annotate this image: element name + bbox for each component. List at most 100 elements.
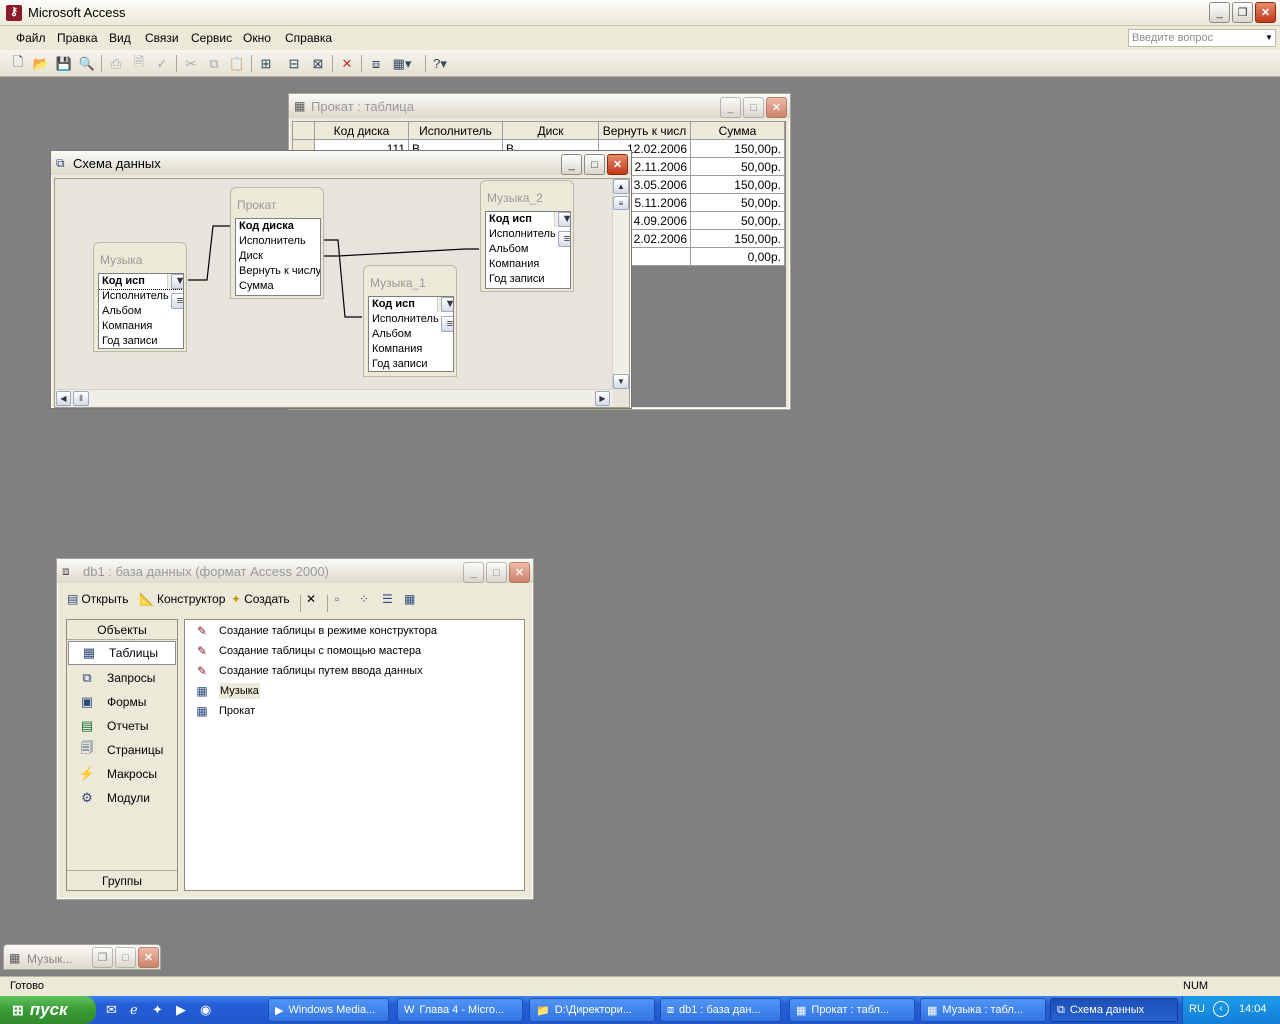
object-modules[interactable]: ⚙ Модули [67, 786, 177, 810]
spelling-icon[interactable]: ✓ [152, 54, 172, 73]
object-reports[interactable]: ▤ Отчеты [67, 714, 177, 738]
task-word-document[interactable]: W Глава 4 - Micro... [397, 998, 523, 1022]
field-item[interactable]: Год записи [369, 357, 453, 371]
close-button[interactable]: ✕ [509, 562, 530, 583]
scroll-right-icon[interactable]: ▶ [595, 391, 610, 406]
db-open-button[interactable]: ▤ Открыть [67, 592, 128, 606]
close-button[interactable]: ✕ [1255, 2, 1276, 23]
new-icon[interactable]: 🗋 [8, 54, 28, 73]
close-button[interactable]: ✕ [138, 947, 159, 968]
objects-header[interactable]: Объекты [67, 620, 177, 640]
menu-tools[interactable]: Сервис [191, 31, 232, 45]
media-player-icon[interactable]: ▶ [176, 1002, 186, 1018]
browser-icon[interactable]: ℯ [130, 1002, 138, 1018]
menu-relations[interactable]: Связи [145, 31, 179, 45]
list-item[interactable]: ✎ Создание таблицы путем ввода данных [185, 661, 524, 681]
new-object-icon[interactable]: ▦▾ [392, 54, 412, 73]
quicklaunch-icon[interactable]: ✦ [152, 1002, 163, 1018]
scrollbar[interactable]: ▲≡▼ [437, 297, 453, 332]
field-item[interactable]: Компания [369, 342, 453, 357]
object-forms[interactable]: ▣ Формы [67, 690, 177, 714]
field-item[interactable]: Диск [236, 249, 320, 264]
minimize-button[interactable]: _ [720, 97, 741, 118]
minimized-window-muzyka[interactable]: ▦ Музык... ❐ □ ✕ [3, 944, 161, 970]
table-box-muzyka[interactable]: Музыка Код исп Исполнитель Альбом Компан… [93, 242, 187, 352]
field-item[interactable]: Год записи [99, 334, 183, 348]
task-folder[interactable]: 📁 D:\Директори... [529, 998, 655, 1022]
row-selector[interactable] [292, 121, 315, 140]
preview-icon[interactable]: 🗎 [129, 54, 149, 73]
cut-icon[interactable]: ✂ [181, 54, 201, 73]
quicklaunch-icon[interactable]: ◉ [200, 1002, 211, 1018]
menu-view[interactable]: Вид [109, 31, 131, 45]
restore-button[interactable]: ❐ [92, 947, 113, 968]
search-file-icon[interactable]: 🔍 [77, 54, 97, 73]
schema-horizontal-scrollbar[interactable]: ◀ ⦀ ▶ [55, 389, 612, 406]
restore-button[interactable]: ❐ [1232, 2, 1253, 23]
field-item[interactable]: Сумма [236, 279, 320, 294]
field-item[interactable]: Компания [486, 257, 570, 272]
field-item[interactable]: Код диска [236, 219, 320, 234]
db-delete-icon[interactable]: ✕ [306, 592, 316, 606]
scroll-thumb[interactable]: ⦀ [73, 391, 89, 406]
print-icon[interactable]: ⎙ [106, 54, 126, 73]
field-item[interactable]: Компания [99, 319, 183, 334]
copy-icon[interactable]: ⧉ [204, 54, 224, 73]
list-item[interactable]: ✎ Создание таблицы в режиме конструктора [185, 621, 524, 641]
delete-icon[interactable]: ✕ [337, 54, 357, 73]
menu-help[interactable]: Справка [285, 31, 332, 45]
field-item[interactable]: Год записи [486, 272, 570, 287]
task-muzyka-table[interactable]: ▦ Музыка : табл... [920, 998, 1046, 1022]
object-macros[interactable]: ⚡ Макросы [67, 762, 177, 786]
ask-question-input[interactable]: Введите вопрос [1128, 29, 1276, 47]
scroll-down-icon[interactable]: ▼ [613, 374, 629, 389]
object-tables[interactable]: ▦ Таблицы [68, 641, 176, 665]
column-header[interactable]: Вернуть к числ [598, 121, 691, 140]
db-design-button[interactable]: 📐 Конструктор [139, 592, 225, 606]
field-list[interactable]: Код исп Исполнитель Альбом Компания Год … [98, 273, 184, 349]
field-item[interactable]: Вернуть к числу [236, 264, 320, 279]
save-icon[interactable]: 💾 [54, 54, 74, 73]
object-pages[interactable]: 🗐 Страницы [67, 738, 177, 762]
task-prokat-table[interactable]: ▦ Прокат : табл... [789, 998, 915, 1022]
scrollbar[interactable]: ▲≡▼ [167, 274, 183, 309]
field-list[interactable]: Код диска Исполнитель Диск Вернуть к чис… [235, 218, 321, 296]
maximize-button[interactable]: □ [584, 154, 605, 175]
field-item[interactable]: Исполнитель [236, 234, 320, 249]
large-icons-icon[interactable]: ▫ [335, 592, 339, 606]
maximize-button[interactable]: □ [743, 97, 764, 118]
field-list[interactable]: Код исп Исполнитель Альбом Компания Год … [368, 296, 454, 372]
task-windows-media[interactable]: ▶ Windows Media... [268, 998, 389, 1022]
task-db1[interactable]: ⧈ db1 : база дан... [660, 998, 781, 1022]
chevron-left-icon[interactable]: ‹ [1213, 1001, 1229, 1017]
column-header[interactable]: Сумма [690, 121, 785, 140]
column-header[interactable]: Код диска [314, 121, 409, 140]
direct-relations-icon[interactable]: ⊟ [284, 54, 304, 73]
scrollbar[interactable]: ▲≡▼ [554, 212, 570, 247]
menu-edit[interactable]: Правка [57, 31, 98, 45]
help-icon[interactable]: ?▾ [430, 54, 450, 73]
groups-header[interactable]: Группы [67, 870, 177, 890]
all-relations-icon[interactable]: ⊠ [308, 54, 328, 73]
menu-window[interactable]: Окно [243, 31, 271, 45]
close-button[interactable]: ✕ [766, 97, 787, 118]
column-header[interactable]: Исполнитель [408, 121, 503, 140]
scroll-left-icon[interactable]: ◀ [56, 391, 71, 406]
show-table-icon[interactable]: ⊞ [256, 54, 276, 73]
open-icon[interactable]: 📂 [31, 54, 51, 73]
database-window-icon[interactable]: ⧈ [366, 54, 386, 73]
column-header[interactable]: Диск [502, 121, 599, 140]
scroll-up-icon[interactable]: ▲ [613, 179, 629, 194]
chevron-down-icon[interactable]: ▼ [1265, 33, 1273, 42]
minimize-button[interactable]: _ [561, 154, 582, 175]
minimize-button[interactable]: _ [1209, 2, 1230, 23]
quicklaunch-icon[interactable]: ✉ [106, 1002, 117, 1018]
table-box-muzyka-2[interactable]: Музыка_2 Код исп Исполнитель Альбом Комп… [480, 180, 574, 292]
list-view-icon[interactable]: ☰ [382, 592, 393, 606]
scroll-thumb[interactable]: ≡ [613, 196, 629, 210]
maximize-button[interactable]: □ [486, 562, 507, 583]
schema-vertical-scrollbar[interactable]: ▲ ≡ ▼ [612, 179, 629, 389]
db-create-button[interactable]: ✦ Создать [231, 592, 290, 606]
small-icons-icon[interactable]: ⁘ [359, 592, 369, 606]
close-button[interactable]: ✕ [607, 154, 628, 175]
